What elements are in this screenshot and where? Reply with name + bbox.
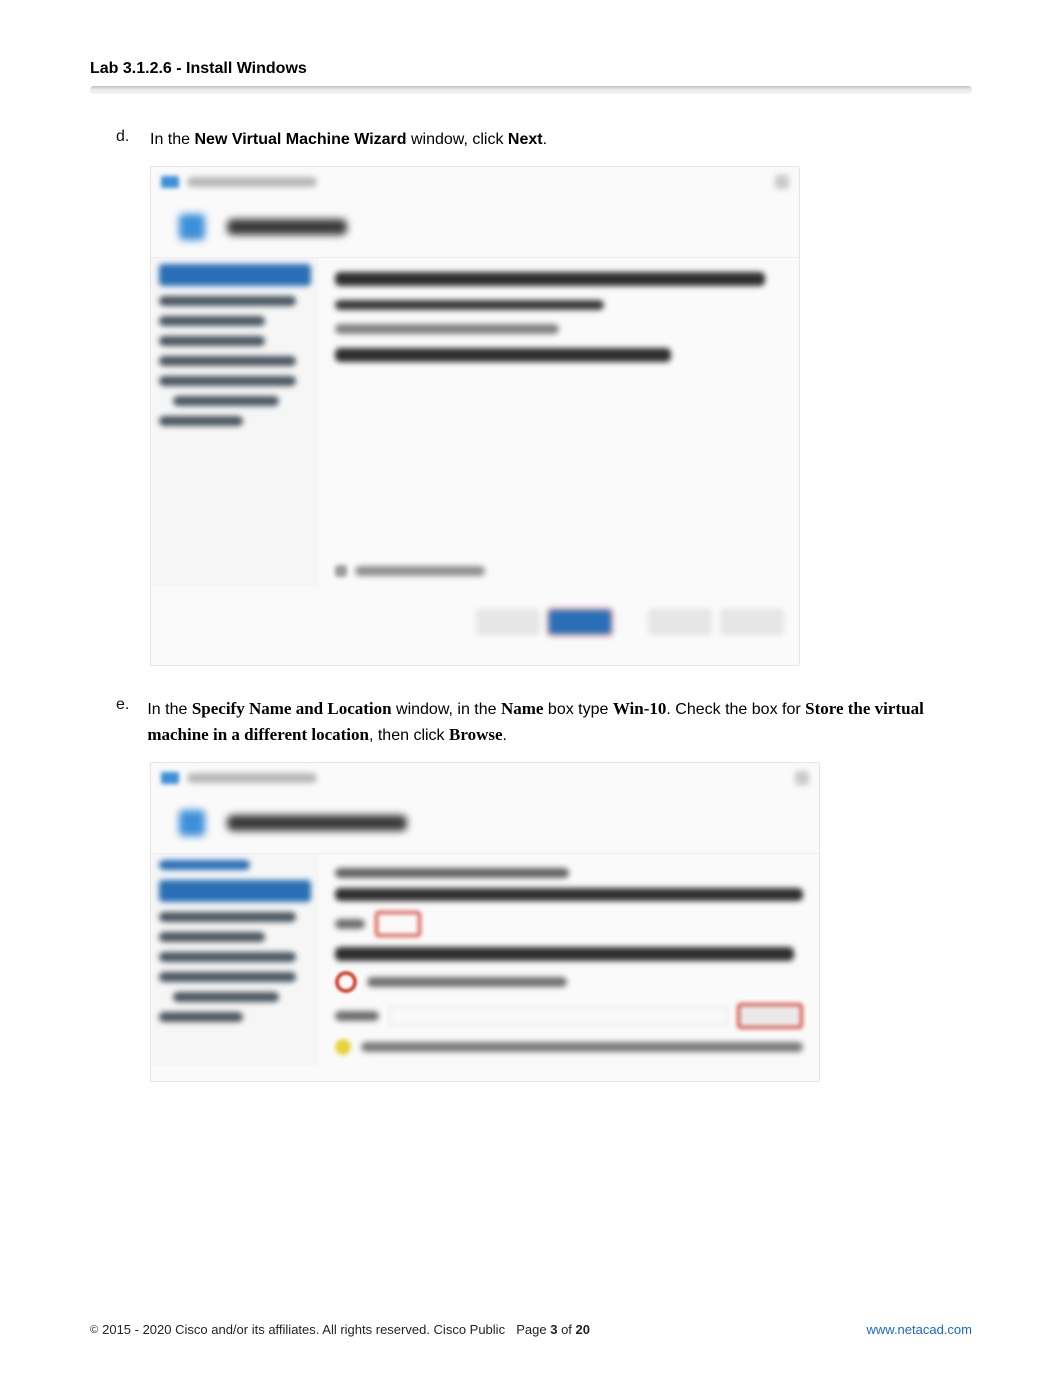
browse-button-highlight	[737, 1003, 803, 1029]
window-title-blur	[187, 177, 317, 187]
close-icon	[775, 175, 789, 189]
wizard-footer	[151, 597, 799, 647]
warning-icon	[335, 1039, 351, 1055]
step-d-p1: In the	[150, 131, 194, 148]
step-e-b3: Win-10	[613, 699, 667, 718]
name-label-blur	[335, 919, 365, 929]
header-divider	[90, 86, 972, 94]
checkbox-icon	[335, 565, 347, 577]
page-footer: © 2015 - 2020 Cisco and/or its affiliate…	[90, 1322, 972, 1337]
sidebar-item	[159, 972, 296, 982]
step-e-p4: . Check the box for	[666, 701, 805, 718]
name-row	[335, 911, 803, 937]
step-e-b5: Browse	[449, 725, 503, 744]
sidebar-item	[159, 416, 243, 426]
banner-icon	[179, 214, 205, 240]
sidebar-item	[159, 912, 296, 922]
page-number: Page 3 of 20	[516, 1322, 590, 1337]
page-title: Lab 3.1.2.6 - Install Windows	[90, 60, 972, 86]
step-e-p6: .	[503, 727, 507, 744]
finish-button-blur	[649, 610, 711, 634]
checkbox-row	[335, 565, 783, 577]
content-line	[335, 300, 604, 310]
sidebar-item	[173, 396, 279, 406]
store-row	[335, 971, 803, 993]
location-input-blur	[389, 1007, 727, 1025]
content-line	[335, 868, 569, 878]
banner-icon	[179, 810, 205, 836]
wizard-content	[319, 854, 819, 1065]
location-row	[335, 1003, 803, 1029]
sidebar-item	[159, 952, 296, 962]
content-line	[335, 324, 559, 334]
checkbox-label-blur	[367, 977, 567, 987]
step-d-text: In the New Virtual Machine Wizard window…	[150, 128, 547, 152]
sidebar-item	[159, 1012, 243, 1022]
screenshot-wizard-next	[150, 166, 800, 666]
step-d-b2: Next	[508, 131, 543, 148]
name-input-highlight	[375, 911, 421, 937]
wizard-sidebar	[151, 258, 319, 587]
banner-heading-blur	[227, 815, 407, 831]
sidebar-item	[159, 296, 296, 306]
step-d-b1: New Virtual Machine Wizard	[194, 131, 406, 148]
sidebar-item	[159, 860, 250, 870]
checkbox-label-blur	[355, 566, 485, 576]
copyright-text: 2015 - 2020 Cisco and/or its affiliates.…	[102, 1322, 505, 1337]
page-prefix: Page	[516, 1322, 550, 1337]
wizard-content	[319, 258, 799, 587]
sidebar-item	[159, 356, 296, 366]
location-label-blur	[335, 1011, 379, 1021]
step-e-p1: In the	[147, 701, 191, 718]
sidebar-item	[173, 992, 279, 1002]
step-d-p3: .	[543, 131, 547, 148]
step-e-p3: box type	[543, 701, 612, 718]
step-d: d. In the New Virtual Machine Wizard win…	[116, 128, 972, 152]
sidebar-active-item	[159, 880, 311, 902]
warning-text-blur	[361, 1042, 803, 1052]
content-line	[335, 888, 803, 902]
step-e-b2: Name	[501, 699, 543, 718]
content-line	[335, 348, 671, 362]
banner-heading-blur	[227, 219, 347, 235]
sidebar-item	[159, 336, 265, 346]
copyright-symbol: ©	[90, 1324, 98, 1336]
wizard-sidebar	[151, 854, 319, 1065]
content-line	[335, 272, 765, 286]
next-button-blur	[549, 610, 611, 634]
window-icon	[161, 772, 179, 784]
step-e-p2: window, in the	[392, 701, 501, 718]
previous-button-blur	[477, 610, 539, 634]
copyright: © 2015 - 2020 Cisco and/or its affiliate…	[90, 1322, 505, 1337]
sidebar-item	[159, 316, 265, 326]
step-d-p2: window, click	[407, 131, 508, 148]
step-e-b1: Specify Name and Location	[192, 699, 392, 718]
step-e-p5: , then click	[369, 727, 449, 744]
warning-row	[335, 1039, 803, 1055]
step-d-label: d.	[116, 128, 132, 152]
checkbox-highlight	[335, 971, 357, 993]
screenshot-name-location	[150, 762, 820, 1082]
window-icon	[161, 176, 179, 188]
page-total: 20	[576, 1322, 590, 1337]
sidebar-active-item	[159, 264, 311, 286]
content-line	[335, 947, 794, 961]
sidebar-item	[159, 376, 296, 386]
step-e-text: In the Specify Name and Location window,…	[147, 696, 972, 748]
window-title-blur	[187, 773, 317, 783]
step-e: e. In the Specify Name and Location wind…	[116, 696, 972, 748]
step-e-label: e.	[116, 696, 129, 748]
close-icon	[795, 771, 809, 785]
page-of: of	[557, 1322, 575, 1337]
sidebar-item	[159, 932, 265, 942]
netacad-link[interactable]: www.netacad.com	[867, 1322, 973, 1337]
cancel-button-blur	[721, 610, 783, 634]
